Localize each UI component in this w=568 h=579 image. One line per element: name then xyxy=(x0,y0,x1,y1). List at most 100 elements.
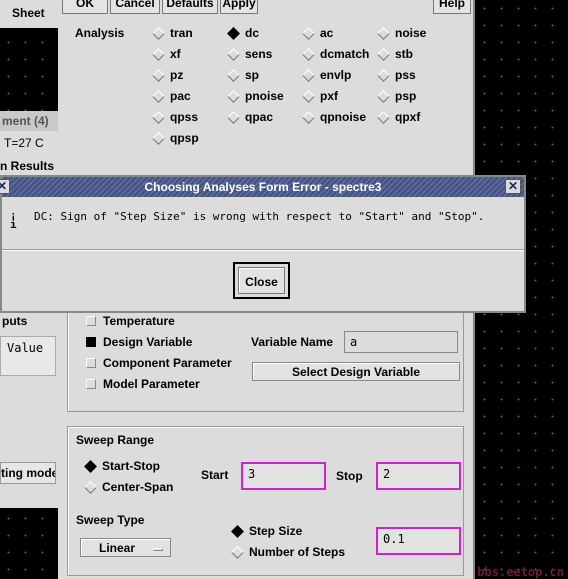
analysis-radio-label: stb xyxy=(395,47,413,61)
radio-indicator[interactable] xyxy=(227,90,240,104)
radio-indicator[interactable] xyxy=(377,27,390,41)
step-size-radio-indicator[interactable] xyxy=(231,525,244,539)
model-parameter-option[interactable]: Model Parameter xyxy=(86,377,200,391)
radio-indicator[interactable] xyxy=(302,69,315,83)
analysis-radio-label: qpsp xyxy=(170,131,199,145)
sweep-type-dropdown[interactable]: Linear xyxy=(80,538,171,557)
cancel-button[interactable]: Cancel xyxy=(110,0,160,14)
radio-indicator[interactable] xyxy=(377,69,390,83)
analysis-radio-dc[interactable]: dc xyxy=(227,26,260,41)
analysis-radio-noise[interactable]: noise xyxy=(377,26,427,41)
start-label: Start xyxy=(201,468,229,482)
dialog-titlebar[interactable]: Choosing Analyses Form Error - spectre3 xyxy=(2,177,524,197)
analysis-radio-label: noise xyxy=(395,26,427,40)
design-variable-checkbox[interactable] xyxy=(86,337,96,347)
analysis-radio-pac[interactable]: pac xyxy=(152,89,191,104)
dropdown-indicator-icon xyxy=(153,548,163,551)
analysis-radio-qpsp[interactable]: qpsp xyxy=(152,131,199,146)
design-variable-option[interactable]: Design Variable xyxy=(86,335,192,349)
radio-indicator[interactable] xyxy=(152,90,165,104)
dialog-title: Choosing Analyses Form Error - spectre3 xyxy=(144,180,382,194)
model-parameter-checkbox[interactable] xyxy=(86,379,96,389)
radio-indicator[interactable] xyxy=(302,48,315,62)
analysis-radio-label: ac xyxy=(320,26,334,40)
radio-indicator[interactable] xyxy=(227,69,240,83)
analysis-radio-psp[interactable]: psp xyxy=(377,89,417,104)
menu-sheet[interactable]: Sheet xyxy=(12,6,45,20)
number-of-steps-radio-indicator[interactable] xyxy=(231,546,244,560)
radio-indicator[interactable] xyxy=(377,90,390,104)
temperature-option[interactable]: Temperature xyxy=(86,314,175,328)
close-icon[interactable]: ✕ xyxy=(505,179,521,194)
apply-button[interactable]: Apply xyxy=(220,0,258,14)
left-window-section: ment (4) T=27 C n Results xyxy=(0,111,58,175)
component-parameter-checkbox[interactable] xyxy=(86,358,96,368)
analysis-radio-qpac[interactable]: qpac xyxy=(227,110,273,125)
radio-indicator[interactable] xyxy=(377,48,390,62)
number-of-steps-radio[interactable]: Number of Steps xyxy=(231,545,346,560)
analysis-radio-label: pz xyxy=(170,68,184,82)
select-design-variable-button[interactable]: Select Design Variable xyxy=(252,362,460,381)
radio-indicator[interactable] xyxy=(302,111,315,125)
analysis-radio-dcmatch[interactable]: dcmatch xyxy=(302,47,369,62)
design-variable-option-label: Design Variable xyxy=(103,335,193,349)
analysis-radio-pss[interactable]: pss xyxy=(377,68,416,83)
number-of-steps-radio-label: Number of Steps xyxy=(249,545,346,559)
ok-button[interactable]: OK xyxy=(62,0,108,14)
radio-indicator[interactable] xyxy=(227,111,240,125)
analysis-radio-pxf[interactable]: pxf xyxy=(302,89,338,104)
radio-indicator[interactable] xyxy=(302,27,315,41)
defaults-button[interactable]: Defaults xyxy=(162,0,218,14)
analysis-radio-sp[interactable]: sp xyxy=(227,68,259,83)
radio-indicator[interactable] xyxy=(152,132,165,146)
analysis-radio-qpxf[interactable]: qpxf xyxy=(377,110,420,125)
outputs-label: puts xyxy=(2,314,28,328)
choosing-analyses-form: OK Cancel Defaults Apply Help Analysis t… xyxy=(58,0,475,175)
component-parameter-option[interactable]: Component Parameter xyxy=(86,356,232,370)
temperature-checkbox[interactable] xyxy=(86,316,96,326)
analysis-radio-stb[interactable]: stb xyxy=(377,47,413,62)
radio-indicator[interactable] xyxy=(152,48,165,62)
help-button[interactable]: Help xyxy=(433,0,471,14)
analysis-radio-tran[interactable]: tran xyxy=(152,26,193,41)
radio-indicator[interactable] xyxy=(377,111,390,125)
close-button[interactable]: Close xyxy=(238,267,285,294)
step-size-radio[interactable]: Step Size xyxy=(231,524,302,539)
radio-indicator[interactable] xyxy=(227,27,240,41)
analysis-radio-pnoise[interactable]: pnoise xyxy=(227,89,284,104)
analysis-radio-qpss[interactable]: qpss xyxy=(152,110,198,125)
analysis-radio-label: qpnoise xyxy=(320,110,367,124)
analysis-radio-ac[interactable]: ac xyxy=(302,26,334,41)
center-span-radio-label: Center-Span xyxy=(102,480,174,494)
analysis-radio-qpnoise[interactable]: qpnoise xyxy=(302,110,367,125)
analysis-radio-sens[interactable]: sens xyxy=(227,47,272,62)
radio-indicator[interactable] xyxy=(152,27,165,41)
step-size-input[interactable]: 0.1 xyxy=(376,527,461,555)
radio-indicator[interactable] xyxy=(152,111,165,125)
analysis-radio-label: psp xyxy=(395,89,417,103)
radio-indicator[interactable] xyxy=(152,69,165,83)
radio-indicator[interactable] xyxy=(227,48,240,62)
center-span-radio-indicator[interactable] xyxy=(84,481,97,495)
analysis-radio-label: pss xyxy=(395,68,416,82)
analysis-radio-envlp[interactable]: envlp xyxy=(302,68,351,83)
start-stop-radio[interactable]: Start-Stop xyxy=(84,459,160,474)
mode-field[interactable]: ting mode xyxy=(0,462,56,484)
error-message: DC: Sign of "Step Size" is wrong with re… xyxy=(34,210,485,223)
stop-input[interactable]: 2 xyxy=(376,462,461,490)
sweep-range-label: Sweep Range xyxy=(76,433,155,447)
window-menu-icon[interactable]: ✕ xyxy=(0,179,10,194)
analysis-radio-label: dc xyxy=(245,26,260,40)
analysis-radio-xf[interactable]: xf xyxy=(152,47,181,62)
outputs-table: Value xyxy=(0,336,56,376)
center-span-radio[interactable]: Center-Span xyxy=(84,480,174,495)
sweep-type-value: Linear xyxy=(99,541,136,555)
start-stop-radio-indicator[interactable] xyxy=(84,460,97,474)
analysis-radio-pz[interactable]: pz xyxy=(152,68,184,83)
results-menu[interactable]: n Results xyxy=(0,159,54,173)
radio-indicator[interactable] xyxy=(302,90,315,104)
model-parameter-option-label: Model Parameter xyxy=(103,377,200,391)
variable-name-input[interactable]: a xyxy=(344,331,458,353)
temperature-text: T=27 C xyxy=(4,136,44,150)
start-input[interactable]: 3 xyxy=(241,462,326,490)
